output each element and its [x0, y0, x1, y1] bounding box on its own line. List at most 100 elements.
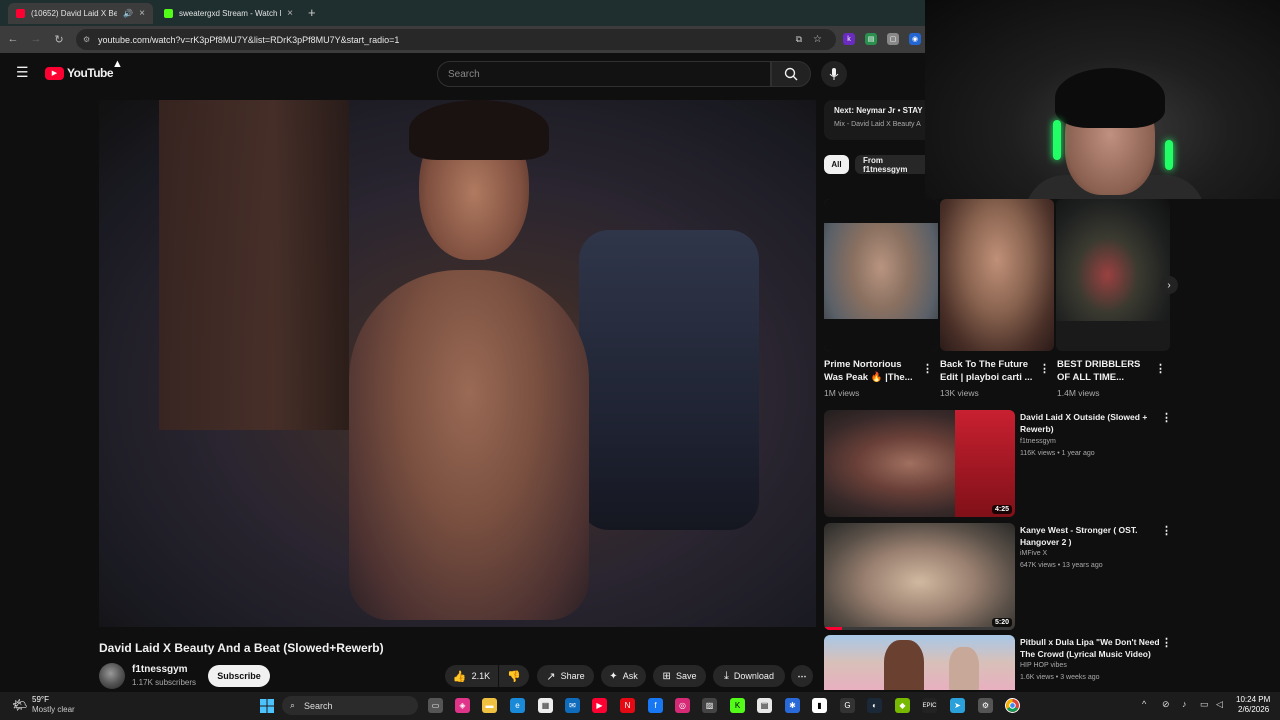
clock-date[interactable]: 2/6/2026 — [1238, 705, 1269, 714]
ask-button[interactable]: ✦ Ask — [601, 665, 646, 687]
video-title[interactable]: David Laid X Outside (Slowed + Rewerb) — [1020, 411, 1160, 435]
reload-icon[interactable]: ↻ — [52, 32, 66, 46]
netflix-icon[interactable]: N — [620, 698, 635, 713]
video-player[interactable] — [99, 100, 816, 627]
share-icon: ↗ — [546, 670, 556, 683]
more-vert-icon[interactable]: ⋮ — [1161, 636, 1172, 649]
dislike-button[interactable]: 👎 — [499, 665, 529, 687]
new-tab-button[interactable]: + — [308, 5, 316, 20]
up-next-title: Next: Neymar Jr • STAY — [834, 106, 923, 115]
mail-icon[interactable]: ✉ — [565, 698, 580, 713]
facebook-icon[interactable]: f — [648, 698, 663, 713]
video-meta: 116K views • 1 year ago — [1020, 450, 1095, 457]
app-icon[interactable]: ▮ — [812, 698, 827, 713]
store-icon[interactable]: ▦ — [538, 698, 553, 713]
mic-off-icon[interactable]: ⊘ — [1162, 699, 1170, 710]
chrome-icon[interactable] — [1005, 698, 1020, 713]
task-view-icon[interactable]: ▭ — [428, 698, 443, 713]
site-info-icon[interactable]: ⚙ — [83, 35, 90, 44]
short-title[interactable]: BEST DRIBBLERS OF ALL TIME... — [1057, 358, 1152, 384]
app-icon[interactable]: ▨ — [702, 698, 717, 713]
app-icon[interactable]: ⚙ — [978, 698, 993, 713]
youtube-app-icon[interactable]: ▶ — [592, 698, 607, 713]
video-title[interactable]: Pitbull x Dula Lipa "We Don't Need The C… — [1020, 636, 1160, 660]
short-title[interactable]: Back To The Future Edit | playboi carti … — [940, 358, 1035, 384]
like-button[interactable]: 👍 2.1K — [445, 665, 498, 687]
speaker-icon: 🔊 — [123, 9, 134, 18]
taskbar-search[interactable]: ⌕ Search — [282, 696, 418, 715]
close-tab-icon[interactable]: × — [139, 8, 145, 19]
like-count: 2.1K — [471, 671, 491, 681]
more-vert-icon[interactable]: ⋮ — [1161, 411, 1172, 424]
watch-progress — [824, 627, 842, 630]
menu-icon[interactable]: ☰ — [16, 64, 29, 81]
tab-label: (10652) David Laid X Beauty — [31, 9, 118, 18]
app-icon[interactable]: ✱ — [785, 698, 800, 713]
video-thumbnail[interactable]: 4:25 — [824, 410, 1015, 517]
youtube-logo[interactable]: ▶ YouTube — [45, 66, 114, 80]
chevron-right-icon[interactable]: › — [1160, 276, 1178, 294]
search-button[interactable] — [771, 61, 811, 87]
voice-search-button[interactable] — [821, 61, 847, 87]
save-button[interactable]: ⊞ Save — [653, 665, 706, 687]
short-thumbnail[interactable] — [1056, 199, 1170, 351]
bookmark-star-icon[interactable]: ☆ — [813, 34, 822, 45]
search-icon: ⌕ — [290, 700, 296, 710]
background-door — [159, 100, 349, 430]
more-vert-icon[interactable]: ⋮ — [922, 362, 933, 375]
back-icon[interactable]: ← — [6, 32, 20, 46]
short-title[interactable]: Prime Nortorious Was Peak 🔥 |The... — [824, 358, 919, 384]
video-title[interactable]: Kanye West - Stronger ( OST. Hangover 2 … — [1020, 524, 1160, 548]
microphone-icon[interactable]: ♪ — [1182, 699, 1187, 709]
more-vert-icon[interactable]: ⋮ — [1039, 362, 1050, 375]
sparkle-icon: ✦ — [609, 670, 618, 682]
network-icon[interactable]: ▭ — [1200, 699, 1209, 710]
steam-icon[interactable]: ◐ — [867, 698, 882, 713]
video-channel[interactable]: f1tnessgym — [1020, 438, 1056, 445]
weather-icon[interactable]: 🌤 — [12, 697, 27, 712]
app-icon[interactable]: G — [840, 698, 855, 713]
file-explorer-icon[interactable]: ▬ — [482, 698, 497, 713]
short-thumbnail[interactable] — [940, 199, 1054, 351]
video-subject-hair — [409, 100, 549, 160]
extension-k-icon[interactable]: k — [843, 33, 855, 45]
install-icon[interactable]: ⧉ — [796, 34, 802, 45]
search-input[interactable]: Search — [437, 61, 771, 87]
video-subject-torso — [349, 270, 589, 620]
edge-icon[interactable]: e — [510, 698, 525, 713]
more-vert-icon[interactable]: ⋮ — [1161, 524, 1172, 537]
chip-all[interactable]: All — [824, 155, 849, 174]
more-actions-button[interactable]: ⋯ — [791, 665, 813, 687]
subscribe-button[interactable]: Subscribe — [208, 665, 270, 687]
share-button[interactable]: ↗ Share — [537, 665, 594, 687]
tab-kick[interactable]: sweatergxd Stream - Watch Live × — [156, 3, 301, 24]
video-thumbnail[interactable]: 5:20 — [824, 523, 1015, 630]
volume-icon[interactable]: ◁ — [1216, 699, 1223, 710]
short-thumbnail[interactable] — [824, 199, 938, 351]
kick-icon[interactable]: K — [730, 698, 745, 713]
windows-start-icon[interactable] — [259, 698, 274, 713]
video-channel[interactable]: HIP HOP vibes — [1020, 662, 1067, 669]
download-button[interactable]: ⤓ Download — [713, 665, 785, 687]
copilot-icon[interactable]: ◈ — [455, 698, 470, 713]
video-channel[interactable]: iMFive X — [1020, 550, 1047, 557]
clock-time[interactable]: 10:24 PM — [1236, 695, 1270, 704]
forward-icon[interactable]: → — [29, 32, 43, 46]
instagram-icon[interactable]: ◎ — [675, 698, 690, 713]
tab-youtube[interactable]: (10652) David Laid X Beauty 🔊 × — [8, 3, 153, 24]
chevron-up-icon[interactable]: ^ — [1142, 699, 1146, 709]
app-icon[interactable]: ▤ — [757, 698, 772, 713]
extension-gray-icon[interactable]: ▢ — [887, 33, 899, 45]
channel-name[interactable]: f1tnessgym — [132, 664, 188, 675]
close-tab-icon[interactable]: × — [287, 8, 293, 19]
telegram-icon[interactable]: ➤ — [950, 698, 965, 713]
extension-blue-icon[interactable]: ◉ — [909, 33, 921, 45]
nvidia-icon[interactable]: ◆ — [895, 698, 910, 713]
more-vert-icon[interactable]: ⋮ — [1155, 362, 1166, 375]
channel-avatar[interactable] — [99, 663, 125, 689]
extension-green-icon[interactable]: ▤ — [865, 33, 877, 45]
url-field[interactable]: ⚙ youtube.com/watch?v=rK3pPf8MU7Y&list=R… — [76, 29, 836, 50]
chip-from-channel[interactable]: From f1tnessgym — [855, 155, 935, 174]
epic-games-icon[interactable]: EPIC — [922, 698, 937, 713]
video-thumbnail[interactable] — [824, 635, 1015, 690]
